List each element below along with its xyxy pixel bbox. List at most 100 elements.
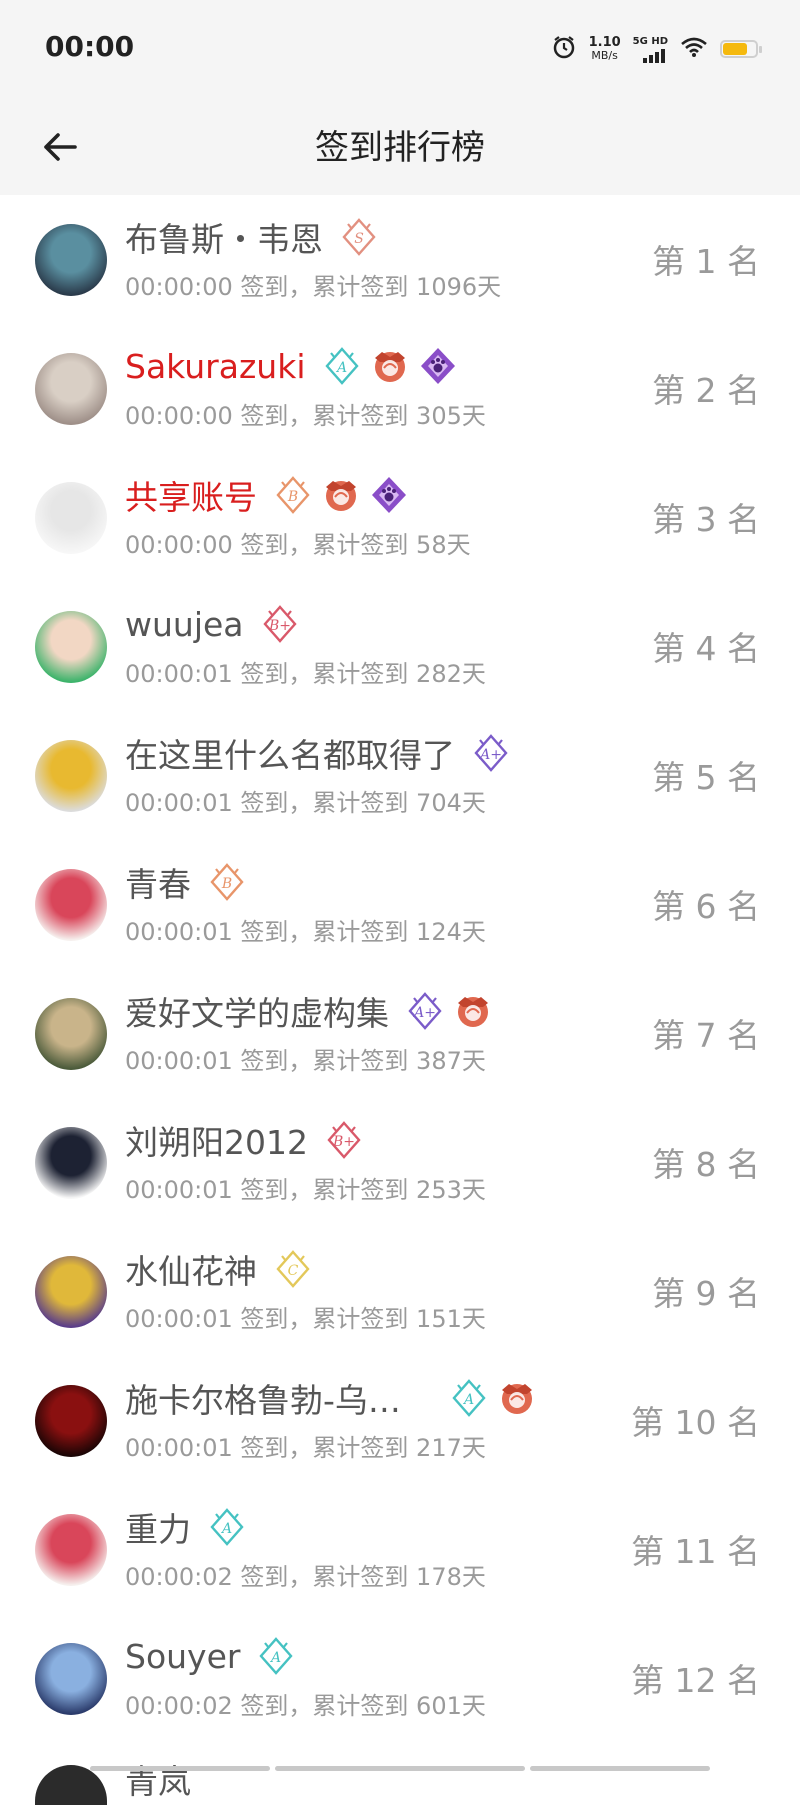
crest-badge-icon — [374, 352, 405, 382]
user-name[interactable]: Souyer — [125, 1637, 240, 1676]
level-badge-icon: A — [324, 347, 359, 385]
signal-label: 5G HD — [632, 35, 668, 47]
checkin-info: 00:00:02 签到，累计签到 601天 — [125, 1692, 486, 1720]
level-badge-icon: B — [210, 863, 244, 901]
level-badge-icon: A+ — [474, 734, 508, 772]
checkin-info: 00:00:01 签到，累计签到 151天 — [125, 1305, 486, 1333]
rank-label: 第 7 名 — [652, 1016, 760, 1055]
checkin-info: 00:00:01 签到，累计签到 387天 — [125, 1047, 486, 1075]
rank-label: 第 9 名 — [652, 1274, 760, 1313]
svg-text:B: B — [221, 876, 232, 892]
avatar[interactable] — [35, 353, 107, 425]
partial-next-row: 青岚 — [0, 1743, 800, 1805]
avatar[interactable] — [35, 998, 107, 1070]
page-title: 签到排行榜 — [315, 128, 485, 168]
name-line: Souyer A — [125, 1634, 296, 1678]
alarm-icon — [551, 34, 577, 64]
ranking-row[interactable]: 共享账号 B 00:00:00 签到，累计签到 58天 第 3 名 — [0, 453, 800, 582]
avatar — [35, 1765, 107, 1805]
user-name[interactable]: 施卡尔格鲁勃-乌… — [125, 1374, 401, 1422]
avatar[interactable] — [35, 224, 107, 296]
ranking-list[interactable]: 布鲁斯・韦恩 S 00:00:00 签到，累计签到 1096天 第 1 名 Sakura… — [0, 195, 800, 1743]
name-line: 爱好文学的虚构集 A+ — [125, 989, 493, 1033]
net-speed-unit: MB/s — [591, 49, 618, 62]
avatar[interactable] — [35, 482, 107, 554]
name-line: 重力 A — [125, 1505, 247, 1549]
user-name[interactable]: 青春 — [125, 858, 191, 906]
name-line: wuujea B+ — [125, 602, 300, 646]
avatar[interactable] — [35, 1643, 107, 1715]
battery-icon — [720, 40, 762, 58]
user-name[interactable]: 布鲁斯・韦恩 — [125, 213, 323, 261]
rank-label: 第 1 名 — [652, 242, 760, 281]
user-name[interactable]: 共享账号 — [125, 471, 257, 519]
badge-list: C — [273, 1249, 313, 1289]
avatar[interactable] — [35, 740, 107, 812]
name-line: 共享账号 B — [125, 473, 409, 517]
ranking-row[interactable]: 施卡尔格鲁勃-乌… A 00:00:01 签到，累计签到 217天 第 10 名 — [0, 1356, 800, 1485]
level-badge-icon: B+ — [262, 605, 297, 643]
ranking-row[interactable]: 爱好文学的虚构集 A+ 00:00:01 签到，累计签到 387天 第 7 名 — [0, 969, 800, 1098]
crest-badge-icon — [326, 481, 356, 511]
checkin-info: 00:00:00 签到，累计签到 1096天 — [125, 273, 502, 301]
ranking-row[interactable]: 刘朔阳2012 B+ 00:00:01 签到，累计签到 253天 第 8 名 — [0, 1098, 800, 1227]
checkin-info: 00:00:01 签到，累计签到 253天 — [125, 1176, 486, 1204]
crest-badge-icon — [501, 1384, 532, 1414]
name-line: 刘朔阳2012 B+ — [125, 1118, 364, 1162]
svg-text:A: A — [269, 1650, 281, 1666]
ranking-row[interactable]: wuujea B+ 00:00:01 签到，累计签到 282天 第 4 名 — [0, 582, 800, 711]
user-name[interactable]: 水仙花神 — [125, 1245, 257, 1293]
checkin-info: 00:00:01 签到，累计签到 124天 — [125, 918, 486, 946]
user-name: 青岚 — [125, 1762, 191, 1801]
name-line: 青春 B — [125, 860, 247, 904]
svg-text:A: A — [220, 1521, 232, 1537]
avatar[interactable] — [35, 1256, 107, 1328]
ranking-row[interactable]: Souyer A 00:00:02 签到，累计签到 601天 第 12 名 — [0, 1614, 800, 1743]
svg-text:B: B — [287, 489, 298, 505]
rank-label: 第 5 名 — [652, 758, 760, 797]
badge-list: A — [207, 1507, 247, 1547]
ranking-row[interactable]: 在这里什么名都取得了 A+ 00:00:01 签到，累计签到 704天 第 5 名 — [0, 711, 800, 840]
checkin-info: 00:00:00 签到，累计签到 58天 — [125, 531, 471, 559]
ranking-row[interactable]: 重力 A 00:00:02 签到，累计签到 178天 第 11 名 — [0, 1485, 800, 1614]
svg-text:B+: B+ — [268, 618, 291, 634]
back-button[interactable] — [30, 117, 90, 177]
level-badge-icon: A — [259, 1637, 294, 1675]
ranking-row[interactable]: 布鲁斯・韦恩 S 00:00:00 签到，累计签到 1096天 第 1 名 — [0, 195, 800, 324]
badge-list: A+ — [471, 733, 511, 773]
ranking-row[interactable]: 水仙花神 C 00:00:01 签到，累计签到 151天 第 9 名 — [0, 1227, 800, 1356]
svg-text:A: A — [462, 1392, 474, 1408]
rank-label: 第 6 名 — [652, 887, 760, 926]
name-line: 在这里什么名都取得了 A+ — [125, 731, 511, 775]
user-name[interactable]: 重力 — [125, 1503, 191, 1551]
rank-label: 第 10 名 — [631, 1403, 760, 1442]
scroll-indicator — [530, 1766, 710, 1771]
user-name[interactable]: wuujea — [125, 605, 244, 644]
avatar[interactable] — [35, 1127, 107, 1199]
level-badge-icon: A+ — [408, 992, 442, 1030]
user-name[interactable]: Sakurazuki — [125, 347, 306, 386]
rank-label: 第 12 名 — [631, 1661, 760, 1700]
badge-list: A+ — [405, 991, 493, 1031]
rank-label: 第 4 名 — [652, 629, 760, 668]
svg-text:A+: A+ — [412, 1005, 436, 1021]
avatar[interactable] — [35, 869, 107, 941]
user-name[interactable]: 爱好文学的虚构集 — [125, 987, 389, 1035]
badge-list: B+ — [260, 604, 300, 644]
user-name[interactable]: 刘朔阳2012 — [125, 1116, 308, 1164]
svg-text:C: C — [288, 1263, 299, 1279]
rank-label: 第 11 名 — [631, 1532, 760, 1571]
checkin-info: 00:00:02 签到，累计签到 178天 — [125, 1563, 486, 1591]
net-speed: 1.10 MB/s — [589, 36, 621, 62]
ranking-row[interactable]: Sakurazuki A 00:00:00 签到，累计签到 305天 第 2 名 — [0, 324, 800, 453]
svg-text:B+: B+ — [332, 1134, 355, 1150]
status-icons: 1.10 MB/s 5G HD — [551, 32, 762, 66]
avatar[interactable] — [35, 1514, 107, 1586]
user-name[interactable]: 在这里什么名都取得了 — [125, 729, 455, 777]
checkin-info: 00:00:01 签到，累计签到 217天 — [125, 1434, 486, 1462]
avatar[interactable] — [35, 611, 107, 683]
ranking-row[interactable]: 青春 B 00:00:01 签到，累计签到 124天 第 6 名 — [0, 840, 800, 969]
level-badge-icon: B — [276, 476, 310, 514]
avatar[interactable] — [35, 1385, 107, 1457]
scroll-indicator — [275, 1766, 525, 1771]
